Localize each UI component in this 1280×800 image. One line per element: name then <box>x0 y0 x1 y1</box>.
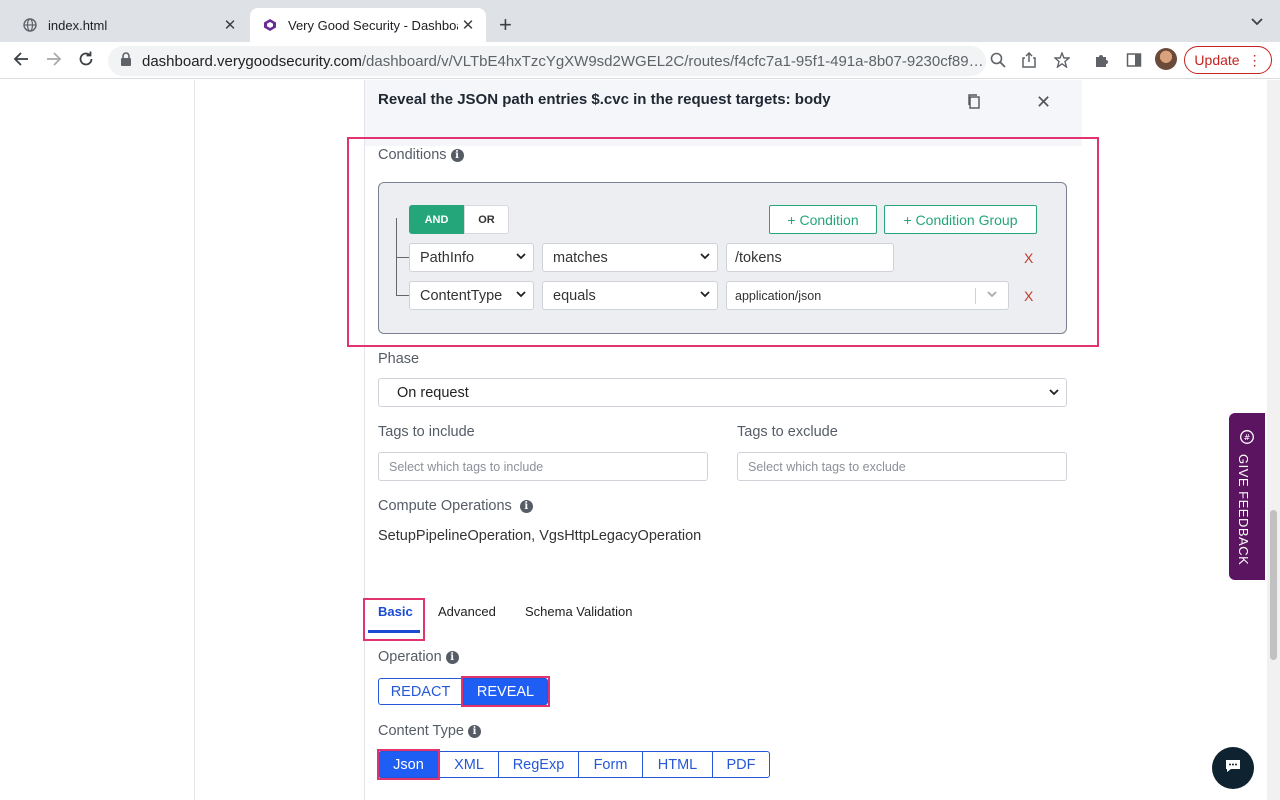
chevron-down-icon[interactable] <box>1250 14 1264 32</box>
compute-operations-label: Compute Operations i <box>378 498 533 514</box>
scrollbar-thumb[interactable] <box>1270 510 1277 660</box>
redact-button[interactable]: REDACT <box>378 678 463 705</box>
side-panel-icon[interactable] <box>1126 52 1142 73</box>
back-arrow-icon[interactable] <box>12 50 30 73</box>
info-icon: i <box>445 651 459 664</box>
url-path: /dashboard/v/VLTbE4hxTzcYgXW9sd2WGEL2C/r… <box>361 52 984 70</box>
highlight-box <box>363 598 425 641</box>
browser-tab-dashboard[interactable]: Very Good Security - Dashboard ✕ <box>250 8 486 42</box>
avatar[interactable] <box>1155 48 1177 70</box>
browser-tab-index[interactable]: index.html ✕ <box>10 8 248 42</box>
browser-toolbar: dashboard.verygoodsecurity.com/dashboard… <box>0 42 1280 79</box>
operation-label: Operation i <box>378 649 459 665</box>
scrollbar[interactable] <box>1267 80 1280 800</box>
forward-arrow-icon[interactable] <box>45 50 63 73</box>
tags-include-label: Tags to include <box>378 424 475 440</box>
reload-icon[interactable] <box>77 50 95 73</box>
highlight-box <box>461 676 550 707</box>
close-tab-icon[interactable]: ✕ <box>220 16 240 34</box>
extensions-icon[interactable] <box>1094 52 1110 73</box>
highlight-box <box>377 749 440 780</box>
share-icon[interactable] <box>1022 51 1036 73</box>
tags-exclude-label: Tags to exclude <box>737 424 838 440</box>
vgs-logo-icon <box>262 17 278 33</box>
chat-button[interactable] <box>1212 747 1254 789</box>
rule-title: Reveal the JSON path entries $.cvc in th… <box>378 91 831 108</box>
tab-title: index.html <box>48 17 108 33</box>
info-icon: i <box>519 500 533 513</box>
chevron-down-icon <box>1048 386 1060 402</box>
content-type-pdf-button[interactable]: PDF <box>712 751 770 778</box>
chat-bubble-icon <box>1224 758 1242 779</box>
new-tab-icon[interactable]: + <box>499 12 512 38</box>
url-host: dashboard.verygoodsecurity.com <box>142 52 362 70</box>
svg-text:#: # <box>1244 433 1251 442</box>
close-tab-icon[interactable]: ✕ <box>458 16 478 34</box>
give-feedback-label: GIVE FEEDBACK <box>1236 454 1251 566</box>
phase-select[interactable]: On request <box>378 378 1067 407</box>
tab-title: Very Good Security - Dashboard <box>288 17 458 33</box>
content-type-form-button[interactable]: Form <box>578 751 643 778</box>
tab-advanced[interactable]: Advanced <box>438 604 496 619</box>
feedback-icon: # <box>1240 430 1254 449</box>
content-type-xml-button[interactable]: XML <box>439 751 499 778</box>
more-vert-icon: ⋮ <box>1247 51 1262 68</box>
phase-label: Phase <box>378 351 420 367</box>
content-type-html-button[interactable]: HTML <box>642 751 713 778</box>
star-icon[interactable] <box>1053 51 1071 73</box>
info-icon: i <box>468 725 481 738</box>
highlight-box <box>347 137 1099 347</box>
tags-exclude-input[interactable]: Select which tags to exclude <box>737 452 1067 481</box>
address-bar[interactable]: dashboard.verygoodsecurity.com/dashboard… <box>108 46 986 76</box>
page-content: Reveal the JSON path entries $.cvc in th… <box>0 80 1280 800</box>
select-value: On request <box>397 384 469 401</box>
tab-schema-validation[interactable]: Schema Validation <box>525 604 632 619</box>
update-button[interactable]: Update ⋮ <box>1184 46 1272 74</box>
compute-operations-value: SetupPipelineOperation, VgsHttpLegacyOpe… <box>378 528 702 544</box>
update-label: Update <box>1194 52 1240 68</box>
tags-include-input[interactable]: Select which tags to include <box>378 452 708 481</box>
content-type-label: Content Type i <box>378 723 481 739</box>
zoom-icon[interactable] <box>990 52 1006 73</box>
close-icon[interactable]: ✕ <box>1036 92 1051 113</box>
lock-icon <box>120 52 132 70</box>
browser-tab-bar: index.html ✕ Very Good Security - Dashbo… <box>0 0 1280 42</box>
copy-icon[interactable] <box>966 93 982 114</box>
globe-icon <box>22 17 38 33</box>
content-type-regexp-button[interactable]: RegExp <box>498 751 579 778</box>
